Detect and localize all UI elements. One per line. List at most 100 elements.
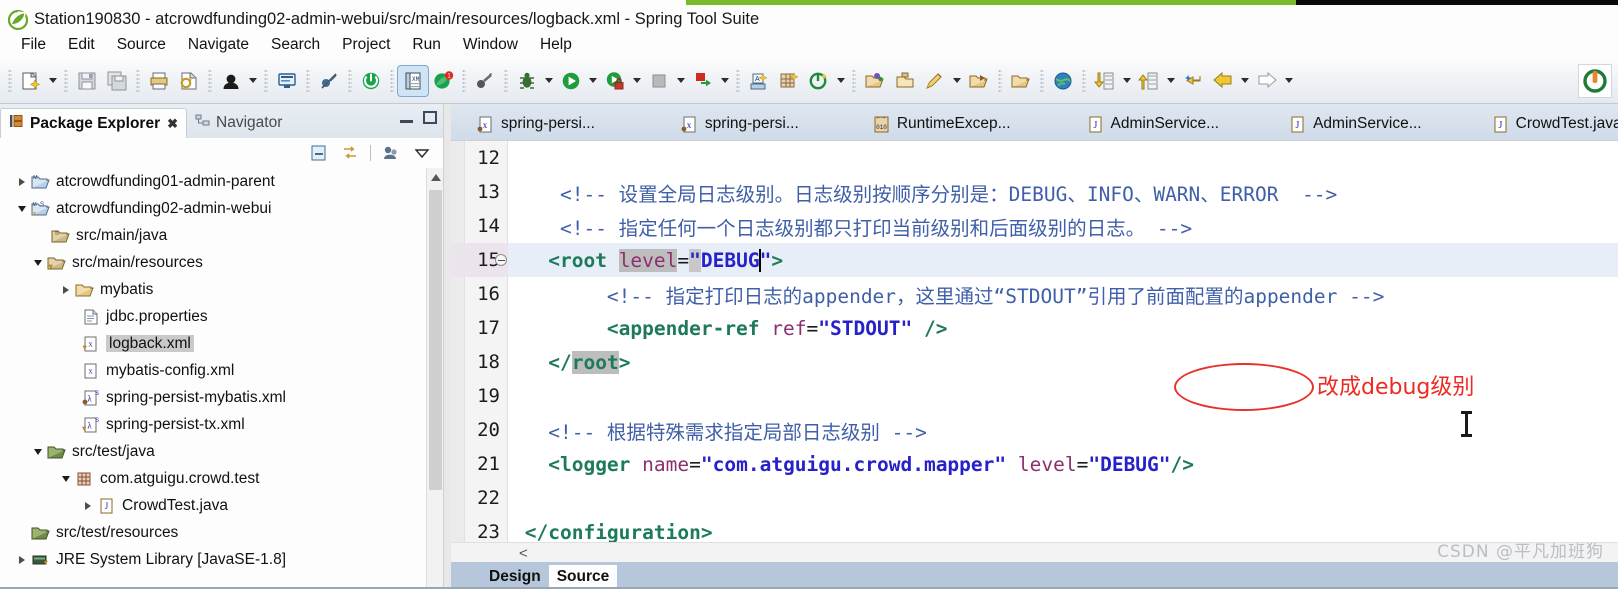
editor-tab-runtime-exception[interactable]: 010 RuntimeExcep... [859,108,1025,140]
project-tree[interactable]: M atcrowdfunding01-admin-parent M S atcr… [0,168,443,589]
code-line[interactable]: 13 <!-- 设置全局日志级别。日志级别按顺序分别是：DEBUG、INFO、W… [451,175,1618,209]
open-web-browser-icon[interactable] [1006,66,1036,96]
tree-item[interactable]: src/main/java [0,222,443,249]
toolbar-grip[interactable] [264,68,268,93]
menu-file[interactable]: File [10,34,57,56]
editor-tab-admin-service-1[interactable]: J AdminService... [1073,108,1234,140]
editor-horizontal-scrollbar[interactable]: < [451,542,1618,562]
scroll-up-icon[interactable] [431,174,441,181]
tree-vertical-scrollbar[interactable] [426,168,443,589]
save-all-icon[interactable] [102,66,132,96]
globe-icon[interactable] [1048,66,1078,96]
chevron-down-icon[interactable] [14,201,30,217]
tree-item[interactable]: JRE System Library [JavaSE-1.8] [0,546,443,573]
new-file-dropdown-icon[interactable] [46,66,60,96]
tree-item[interactable]: src/test/java [0,438,443,465]
toolbar-grip[interactable] [136,68,140,93]
forward-icon[interactable] [1252,66,1282,96]
toolbar-grip[interactable] [736,68,740,93]
collapse-all-icon[interactable] [308,142,330,164]
toolbar-grip[interactable] [1082,68,1086,93]
code-line[interactable]: 17 <appender-ref ref = "STDOUT" /> [451,311,1618,345]
toolbar-grip[interactable] [852,68,856,93]
code-line[interactable]: 21 <logger name = "com.atguigu.crowd.mappe… [451,447,1618,481]
tree-item[interactable]: com.atguigu.crowd.test [0,465,443,492]
previous-annotation-icon[interactable] [1134,66,1164,96]
spring-boot-icon[interactable] [356,66,386,96]
toolbar-grip[interactable] [348,68,352,93]
tree-item[interactable]: jdbc.properties [0,303,443,330]
save-icon[interactable] [72,66,102,96]
code-line[interactable]: 14 <!-- 指定任何一个日志级别都只打印当前级别和后面级别的日志。 --> [451,209,1618,243]
code-line[interactable]: 22 [451,481,1618,515]
tree-item[interactable]: mybatis [0,276,443,303]
tab-source[interactable]: Source [548,565,618,589]
chevron-down-icon[interactable] [58,471,74,487]
next-annotation-dropdown-icon[interactable] [1120,66,1134,96]
boot-dashboard-icon[interactable] [216,66,246,96]
link-with-editor-icon[interactable] [339,142,361,164]
menu-search[interactable]: Search [260,34,331,56]
code-line[interactable]: 16 <!-- 指定打印日志的appender，这里通过“STDOUT”引用了前… [451,277,1618,311]
open-type-icon[interactable] [860,66,890,96]
search-marker-dropdown-icon[interactable] [950,66,964,96]
run-last-icon[interactable] [688,66,718,96]
toolbar-grip[interactable] [8,68,12,93]
code-line[interactable]: 15 <root level = " DEBUG " > [451,243,1618,277]
run-lock-icon[interactable] [600,66,630,96]
new-java-class-icon[interactable]: A [744,66,774,96]
editor-tab-admin-service-2[interactable]: J AdminService... [1275,108,1436,140]
scrollbar-thumb[interactable] [429,190,442,490]
code-line[interactable]: 23 </configuration> [451,515,1618,543]
tab-package-explorer[interactable]: Package Explorer ✖ [0,108,188,138]
tab-design[interactable]: Design [481,565,549,589]
xml-editor-icon[interactable]: XM [397,64,429,97]
menu-window[interactable]: Window [452,34,529,56]
stop-icon[interactable] [644,66,674,96]
toolbar-grip[interactable] [306,68,310,93]
chevron-down-icon[interactable] [30,444,46,460]
panel-divider[interactable] [443,104,451,589]
print-icon[interactable] [144,66,174,96]
boot-dashboard-dropdown-icon[interactable] [246,66,260,96]
tree-item[interactable]: src/main/resources [0,249,443,276]
run-dropdown-icon[interactable] [586,66,600,96]
chevron-down-icon[interactable] [30,255,46,271]
code-lines[interactable]: 12 13 <!-- 设置全局日志级别。日志级别按顺序分别是：DEBUG、INFO… [451,141,1618,542]
menu-navigate[interactable]: Navigate [177,34,260,56]
chevron-right-icon[interactable] [80,498,96,514]
external-tools-icon[interactable] [470,66,500,96]
chevron-right-icon[interactable] [14,174,30,190]
previous-annotation-dropdown-icon[interactable] [1164,66,1178,96]
toolbar-grip[interactable] [390,68,394,93]
code-line[interactable]: 12 [451,141,1618,175]
tree-item[interactable]: J CrowdTest.java [0,492,443,519]
new-spring-bean-icon[interactable] [804,66,834,96]
tree-item[interactable]: x mybatis-config.xml [0,357,443,384]
toolbar-grip[interactable] [1040,68,1044,93]
refresh-resource-icon[interactable] [174,66,204,96]
tab-navigator[interactable]: Navigator [187,108,290,138]
back-dropdown-icon[interactable] [1238,66,1252,96]
menu-edit[interactable]: Edit [57,34,106,56]
tree-item[interactable]: λ S spring-persist-tx.xml [0,411,443,438]
search-marker-icon[interactable] [920,66,950,96]
chevron-right-icon[interactable] [14,552,30,568]
open-console-icon[interactable] [272,66,302,96]
tree-item[interactable]: M S atcrowdfunding02-admin-webui [0,195,443,222]
menu-help[interactable]: Help [529,34,583,56]
debug-icon[interactable] [512,66,542,96]
view-menu-icon[interactable] [411,142,433,164]
run-icon[interactable] [556,66,586,96]
tree-item[interactable]: src/test/resources [0,519,443,546]
run-last-dropdown-icon[interactable] [718,66,732,96]
open-task-icon[interactable] [890,66,920,96]
debug-dropdown-icon[interactable] [542,66,556,96]
run-lock-dropdown-icon[interactable] [630,66,644,96]
maximize-view-button[interactable] [423,111,437,124]
chevron-right-icon[interactable] [58,282,74,298]
new-file-icon[interactable] [16,66,46,96]
next-annotation-icon[interactable] [1090,66,1120,96]
editor-tab-spring-persist-1[interactable]: x spring-persi... [463,108,609,140]
scroll-left-marker[interactable]: < [519,545,528,562]
